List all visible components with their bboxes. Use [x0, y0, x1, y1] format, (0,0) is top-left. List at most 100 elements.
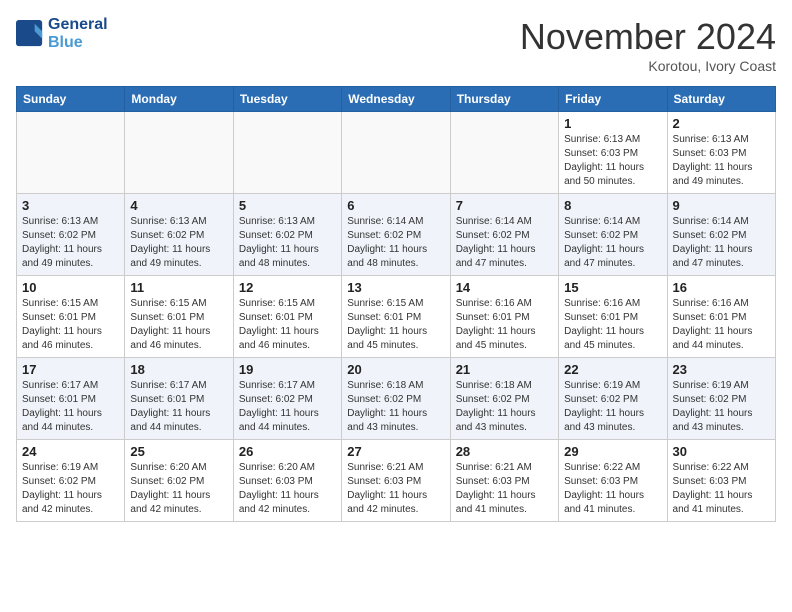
day-header-monday: Monday: [125, 87, 233, 112]
day-info: Sunrise: 6:14 AM Sunset: 6:02 PM Dayligh…: [564, 215, 661, 271]
day-info: Sunrise: 6:14 AM Sunset: 6:02 PM Dayligh…: [673, 215, 770, 271]
day-number: 8: [564, 198, 661, 213]
day-cell: 13Sunrise: 6:15 AM Sunset: 6:01 PM Dayli…: [342, 276, 450, 358]
day-cell: 30Sunrise: 6:22 AM Sunset: 6:03 PM Dayli…: [667, 440, 775, 522]
day-number: 24: [22, 444, 119, 459]
day-cell: 3 Sunrise: 6:13 AM Sunset: 6:02 PM Daylig…: [17, 194, 125, 276]
day-info: Sunrise: 6:17 AM Sunset: 6:01 PM Dayligh…: [130, 379, 227, 435]
day-header-tuesday: Tuesday: [233, 87, 341, 112]
day-cell: [17, 112, 125, 194]
day-cell: 26Sunrise: 6:20 AM Sunset: 6:03 PM Dayli…: [233, 440, 341, 522]
calendar: SundayMondayTuesdayWednesdayThursdayFrid…: [16, 86, 776, 522]
day-cell: 4 Sunrise: 6:13 AM Sunset: 6:02 PM Daylig…: [125, 194, 233, 276]
day-cell: 9Sunrise: 6:14 AM Sunset: 6:02 PM Daylig…: [667, 194, 775, 276]
day-info: Sunrise: 6:13 AM Sunset: 6:02 PM Dayligh…: [22, 215, 119, 271]
day-header-thursday: Thursday: [450, 87, 558, 112]
day-info: Sunrise: 6:15 AM Sunset: 6:01 PM Dayligh…: [347, 297, 444, 353]
day-info: Sunrise: 6:13 AM Sunset: 6:03 PM Dayligh…: [564, 133, 661, 189]
day-info: Sunrise: 6:13 AM Sunset: 6:03 PM Dayligh…: [673, 133, 770, 189]
day-number: 15: [564, 280, 661, 295]
day-number: 17: [22, 362, 119, 377]
day-number: 16: [673, 280, 770, 295]
day-info: Sunrise: 6:14 AM Sunset: 6:02 PM Dayligh…: [347, 215, 444, 271]
day-cell: 15 Sunrise: 6:16 AM Sunset: 6:01 PM Dayli…: [559, 276, 667, 358]
day-cell: [342, 112, 450, 194]
day-cell: 1 Sunrise: 6:13 AM Sunset: 6:03 PM Daylig…: [559, 112, 667, 194]
day-info: Sunrise: 6:21 AM Sunset: 6:03 PM Dayligh…: [347, 461, 444, 517]
day-cell: 20Sunrise: 6:18 AM Sunset: 6:02 PM Dayli…: [342, 358, 450, 440]
day-cell: [233, 112, 341, 194]
day-number: 5: [239, 198, 336, 213]
day-number: 25: [130, 444, 227, 459]
day-cell: 7 Sunrise: 6:14 AM Sunset: 6:02 PM Daylig…: [450, 194, 558, 276]
day-info: Sunrise: 6:15 AM Sunset: 6:01 PM Dayligh…: [22, 297, 119, 353]
day-number: 1: [564, 116, 661, 131]
day-cell: 29 Sunrise: 6:22 AM Sunset: 6:03 PM Dayli…: [559, 440, 667, 522]
calendar-header: SundayMondayTuesdayWednesdayThursdayFrid…: [17, 87, 776, 112]
day-number: 28: [456, 444, 553, 459]
day-number: 2: [673, 116, 770, 131]
day-info: Sunrise: 6:15 AM Sunset: 6:01 PM Dayligh…: [239, 297, 336, 353]
day-cell: 2 Sunrise: 6:13 AM Sunset: 6:03 PM Daylig…: [667, 112, 775, 194]
logo-icon: [16, 20, 44, 48]
logo-text-line2: Blue: [48, 34, 108, 52]
month-title: November 2024: [520, 16, 776, 58]
logo: General Blue: [16, 16, 108, 51]
day-cell: 17 Sunrise: 6:17 AM Sunset: 6:01 PM Dayli…: [17, 358, 125, 440]
week-row-3: 10 Sunrise: 6:15 AM Sunset: 6:01 PM Dayli…: [17, 276, 776, 358]
day-info: Sunrise: 6:17 AM Sunset: 6:02 PM Dayligh…: [239, 379, 336, 435]
day-cell: 8 Sunrise: 6:14 AM Sunset: 6:02 PM Daylig…: [559, 194, 667, 276]
day-number: 3: [22, 198, 119, 213]
day-info: Sunrise: 6:15 AM Sunset: 6:01 PM Dayligh…: [130, 297, 227, 353]
day-number: 22: [564, 362, 661, 377]
day-number: 10: [22, 280, 119, 295]
day-number: 14: [456, 280, 553, 295]
day-cell: 12 Sunrise: 6:15 AM Sunset: 6:01 PM Dayli…: [233, 276, 341, 358]
day-cell: [450, 112, 558, 194]
day-number: 11: [130, 280, 227, 295]
day-info: Sunrise: 6:16 AM Sunset: 6:01 PM Dayligh…: [564, 297, 661, 353]
day-cell: 22 Sunrise: 6:19 AM Sunset: 6:02 PM Dayli…: [559, 358, 667, 440]
day-number: 29: [564, 444, 661, 459]
week-row-5: 24Sunrise: 6:19 AM Sunset: 6:02 PM Dayli…: [17, 440, 776, 522]
day-cell: 27 Sunrise: 6:21 AM Sunset: 6:03 PM Dayli…: [342, 440, 450, 522]
day-header-friday: Friday: [559, 87, 667, 112]
day-info: Sunrise: 6:18 AM Sunset: 6:02 PM Dayligh…: [456, 379, 553, 435]
day-info: Sunrise: 6:19 AM Sunset: 6:02 PM Dayligh…: [564, 379, 661, 435]
header-row: SundayMondayTuesdayWednesdayThursdayFrid…: [17, 87, 776, 112]
day-cell: 23 Sunrise: 6:19 AM Sunset: 6:02 PM Dayli…: [667, 358, 775, 440]
day-cell: 19Sunrise: 6:17 AM Sunset: 6:02 PM Dayli…: [233, 358, 341, 440]
day-number: 4: [130, 198, 227, 213]
day-info: Sunrise: 6:20 AM Sunset: 6:03 PM Dayligh…: [239, 461, 336, 517]
day-info: Sunrise: 6:13 AM Sunset: 6:02 PM Dayligh…: [239, 215, 336, 271]
week-row-4: 17 Sunrise: 6:17 AM Sunset: 6:01 PM Dayli…: [17, 358, 776, 440]
day-info: Sunrise: 6:14 AM Sunset: 6:02 PM Dayligh…: [456, 215, 553, 271]
day-info: Sunrise: 6:17 AM Sunset: 6:01 PM Dayligh…: [22, 379, 119, 435]
calendar-body: 1 Sunrise: 6:13 AM Sunset: 6:03 PM Daylig…: [17, 112, 776, 522]
day-cell: 24Sunrise: 6:19 AM Sunset: 6:02 PM Dayli…: [17, 440, 125, 522]
day-info: Sunrise: 6:13 AM Sunset: 6:02 PM Dayligh…: [130, 215, 227, 271]
day-info: Sunrise: 6:22 AM Sunset: 6:03 PM Dayligh…: [673, 461, 770, 517]
day-cell: 21 Sunrise: 6:18 AM Sunset: 6:02 PM Dayli…: [450, 358, 558, 440]
day-header-wednesday: Wednesday: [342, 87, 450, 112]
day-info: Sunrise: 6:22 AM Sunset: 6:03 PM Dayligh…: [564, 461, 661, 517]
day-number: 27: [347, 444, 444, 459]
day-cell: 25 Sunrise: 6:20 AM Sunset: 6:02 PM Dayli…: [125, 440, 233, 522]
day-cell: 16 Sunrise: 6:16 AM Sunset: 6:01 PM Dayli…: [667, 276, 775, 358]
day-info: Sunrise: 6:19 AM Sunset: 6:02 PM Dayligh…: [673, 379, 770, 435]
day-number: 21: [456, 362, 553, 377]
header: General Blue November 2024 Korotou, Ivor…: [16, 16, 776, 74]
day-info: Sunrise: 6:16 AM Sunset: 6:01 PM Dayligh…: [673, 297, 770, 353]
day-header-saturday: Saturday: [667, 87, 775, 112]
day-info: Sunrise: 6:20 AM Sunset: 6:02 PM Dayligh…: [130, 461, 227, 517]
week-row-1: 1 Sunrise: 6:13 AM Sunset: 6:03 PM Daylig…: [17, 112, 776, 194]
logo-text-line1: General: [48, 16, 108, 34]
day-number: 6: [347, 198, 444, 213]
day-cell: [125, 112, 233, 194]
day-number: 23: [673, 362, 770, 377]
day-cell: 18 Sunrise: 6:17 AM Sunset: 6:01 PM Dayli…: [125, 358, 233, 440]
day-number: 7: [456, 198, 553, 213]
day-number: 12: [239, 280, 336, 295]
day-cell: 10 Sunrise: 6:15 AM Sunset: 6:01 PM Dayli…: [17, 276, 125, 358]
day-number: 18: [130, 362, 227, 377]
